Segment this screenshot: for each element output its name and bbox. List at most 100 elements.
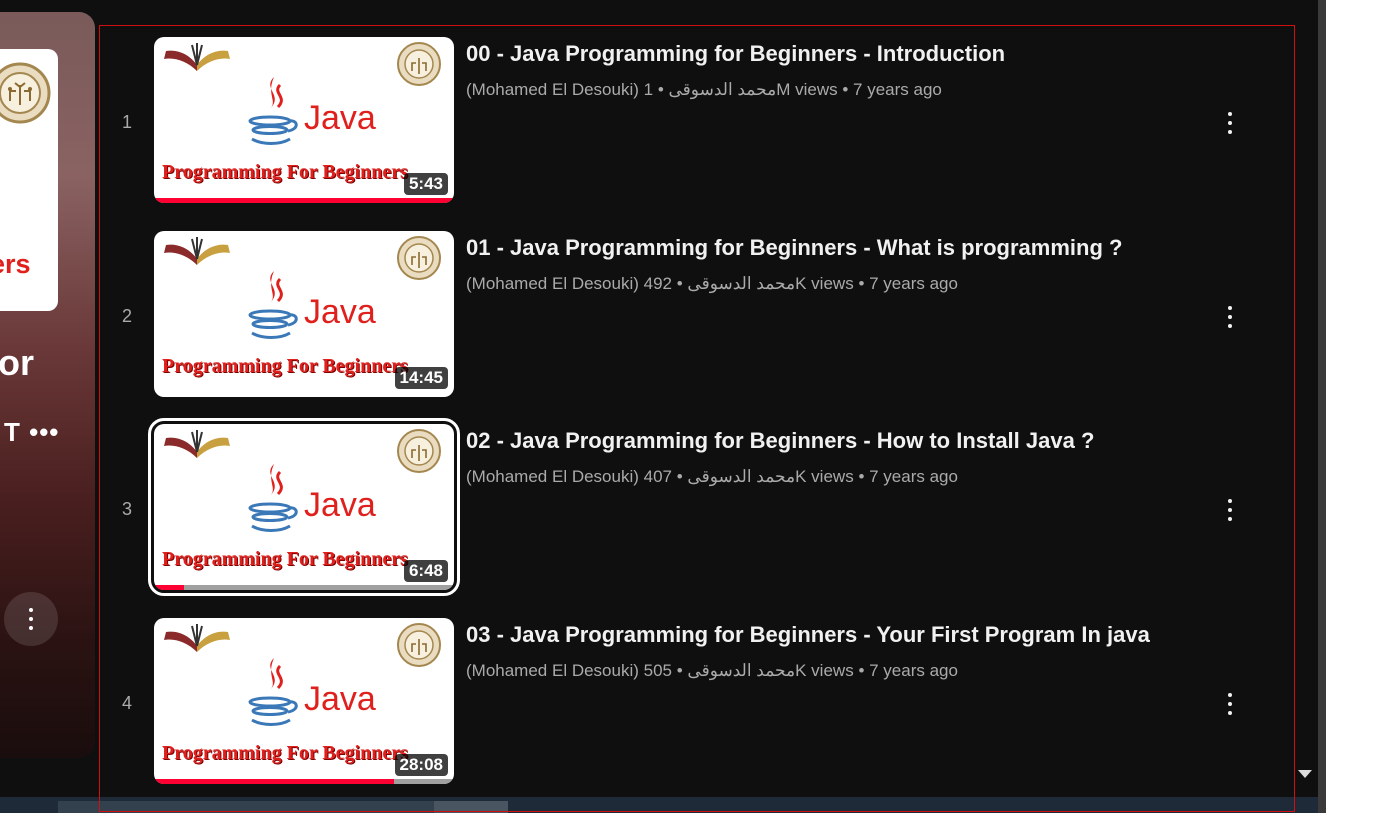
more-vertical-icon <box>1228 306 1232 310</box>
playlist-row[interactable]: 1 Java Programming For Beginners 5:43 00… <box>100 26 1295 203</box>
separator-dot: • <box>672 661 683 680</box>
channel-name[interactable]: (Mohamed El Desouki) محمد الدسوقى <box>466 467 795 486</box>
more-vertical-icon <box>1228 499 1232 503</box>
scroll-down-arrow-icon[interactable] <box>1298 770 1312 778</box>
more-vertical-icon-dot <box>1228 702 1232 706</box>
video-title[interactable]: 03 - Java Programming for Beginners - Yo… <box>466 621 1226 649</box>
university-seal-icon <box>397 429 441 473</box>
channel-name[interactable]: (Mohamed El Desouki) محمد الدسوقى <box>466 80 776 99</box>
upload-age: 7 years ago <box>853 80 942 99</box>
more-vertical-icon-dot <box>1228 508 1232 512</box>
upload-age: 7 years ago <box>869 467 958 486</box>
java-cup-icon <box>248 271 298 339</box>
java-logo-text: Java <box>304 680 376 718</box>
university-seal-icon <box>397 42 441 86</box>
book-logo-icon <box>164 43 230 71</box>
book-logo-icon <box>164 430 230 458</box>
app-window: ers or T ••• 1 <box>0 0 1320 838</box>
watch-progress-fill <box>154 585 184 590</box>
row-index: 1 <box>121 112 132 132</box>
thumbnail-banner-text: Programming For Beginners <box>162 548 408 570</box>
video-meta: 02 - Java Programming for Beginners - Ho… <box>466 427 1226 487</box>
more-vertical-icon-dot <box>1228 130 1232 134</box>
university-seal-icon <box>397 236 441 280</box>
java-cup-icon <box>248 464 298 532</box>
video-title[interactable]: 00 - Java Programming for Beginners - In… <box>466 40 1226 68</box>
video-byline: (Mohamed El Desouki) محمد الدسوقى • 1M v… <box>466 80 1226 100</box>
duration-badge: 28:08 <box>394 754 448 776</box>
video-thumbnail[interactable]: Java Programming For Beginners 14:45 <box>154 231 454 397</box>
video-meta: 00 - Java Programming for Beginners - In… <box>466 40 1226 100</box>
separator-dot: • <box>858 274 870 293</box>
row-more-button[interactable] <box>1218 689 1242 717</box>
row-index: 3 <box>121 499 132 519</box>
upload-age: 7 years ago <box>869 661 958 680</box>
more-vertical-icon-dot <box>1228 315 1232 319</box>
row-more-button[interactable] <box>1218 108 1242 136</box>
video-thumbnail[interactable]: Java Programming For Beginners 6:48 <box>148 418 460 596</box>
book-logo-icon <box>164 237 230 265</box>
more-vertical-icon <box>1228 112 1232 116</box>
playlist-cover-thumbnail[interactable]: ers <box>0 49 58 311</box>
horizontal-scrollbar-thumb-highlight[interactable] <box>434 801 508 813</box>
more-vertical-icon <box>29 608 33 630</box>
playlist-row[interactable]: 3 Java Programming For Beginners 6:48 02… <box>100 413 1295 596</box>
video-meta: 01 - Java Programming for Beginners - Wh… <box>466 234 1226 294</box>
separator-dot: • <box>842 80 854 99</box>
watch-progress-track <box>154 779 454 784</box>
java-logo-text: Java <box>304 99 376 137</box>
row-index: 2 <box>121 306 132 326</box>
duration-badge: 5:43 <box>403 173 448 195</box>
separator-dot: • <box>672 467 683 486</box>
video-meta: 03 - Java Programming for Beginners - Yo… <box>466 621 1226 681</box>
separator-dot: • <box>858 467 870 486</box>
video-thumbnail[interactable]: Java Programming For Beginners 5:43 <box>154 37 454 203</box>
more-vertical-icon <box>1228 693 1232 697</box>
row-more-button[interactable] <box>1218 302 1242 330</box>
duration-badge: 14:45 <box>394 367 448 389</box>
duration-badge: 6:48 <box>403 560 448 582</box>
horizontal-scrollbar-thumb[interactable] <box>58 801 434 813</box>
separator-dot: • <box>672 274 683 293</box>
java-cup-icon <box>248 77 298 145</box>
playlist-row[interactable]: 2 Java Programming For Beginners 14:45 0… <box>100 220 1295 397</box>
thumbnail-banner-text: Programming For Beginners <box>162 355 408 377</box>
video-byline: (Mohamed El Desouki) محمد الدسوقى • 492K… <box>466 274 1226 294</box>
separator-dot: • <box>653 80 664 99</box>
more-vertical-icon-dot <box>1228 121 1232 125</box>
upload-age: 7 years ago <box>869 274 958 293</box>
java-cup-icon <box>248 658 298 726</box>
playlist-title-fragment: or <box>0 342 34 383</box>
playlist-subtitle-fragment: T ••• <box>4 417 60 447</box>
video-byline: (Mohamed El Desouki) محمد الدسوقى • 407K… <box>466 467 1226 487</box>
more-vertical-icon-dot <box>1228 711 1232 715</box>
video-thumbnail[interactable]: Java Programming For Beginners 28:08 <box>154 618 454 784</box>
video-byline: (Mohamed El Desouki) محمد الدسوقى • 505K… <box>466 661 1226 681</box>
university-seal-icon <box>397 623 441 667</box>
watch-progress-track <box>154 585 454 590</box>
video-title[interactable]: 01 - Java Programming for Beginners - Wh… <box>466 234 1226 262</box>
cover-banner-fragment: ers <box>0 249 31 279</box>
java-logo-text: Java <box>304 293 376 331</box>
thumbnail-banner-text: Programming For Beginners <box>162 742 408 764</box>
more-vertical-icon-dot <box>1228 324 1232 328</box>
playlist-row[interactable]: 4 Java Programming For Beginners 28:08 0… <box>100 607 1295 784</box>
row-index: 4 <box>121 693 132 713</box>
playlist-more-button[interactable] <box>4 592 58 646</box>
university-seal-icon <box>0 62 51 124</box>
channel-name[interactable]: (Mohamed El Desouki) محمد الدسوقى <box>466 661 795 680</box>
window-bottom-edge <box>0 813 1395 838</box>
watch-progress-fill <box>154 779 394 784</box>
watch-progress-track <box>154 198 454 203</box>
more-vertical-icon-dot <box>1228 517 1232 521</box>
book-logo-icon <box>164 624 230 652</box>
channel-name[interactable]: (Mohamed El Desouki) محمد الدسوقى <box>466 274 795 293</box>
thumbnail-banner-text: Programming For Beginners <box>162 161 408 183</box>
video-title[interactable]: 02 - Java Programming for Beginners - Ho… <box>466 427 1226 455</box>
separator-dot: • <box>858 661 870 680</box>
vertical-scrollbar[interactable] <box>1318 0 1326 838</box>
java-logo-text: Java <box>304 486 376 524</box>
row-more-button[interactable] <box>1218 495 1242 523</box>
watch-progress-fill <box>154 198 454 203</box>
playlist-header-panel: ers or T ••• <box>0 12 95 758</box>
